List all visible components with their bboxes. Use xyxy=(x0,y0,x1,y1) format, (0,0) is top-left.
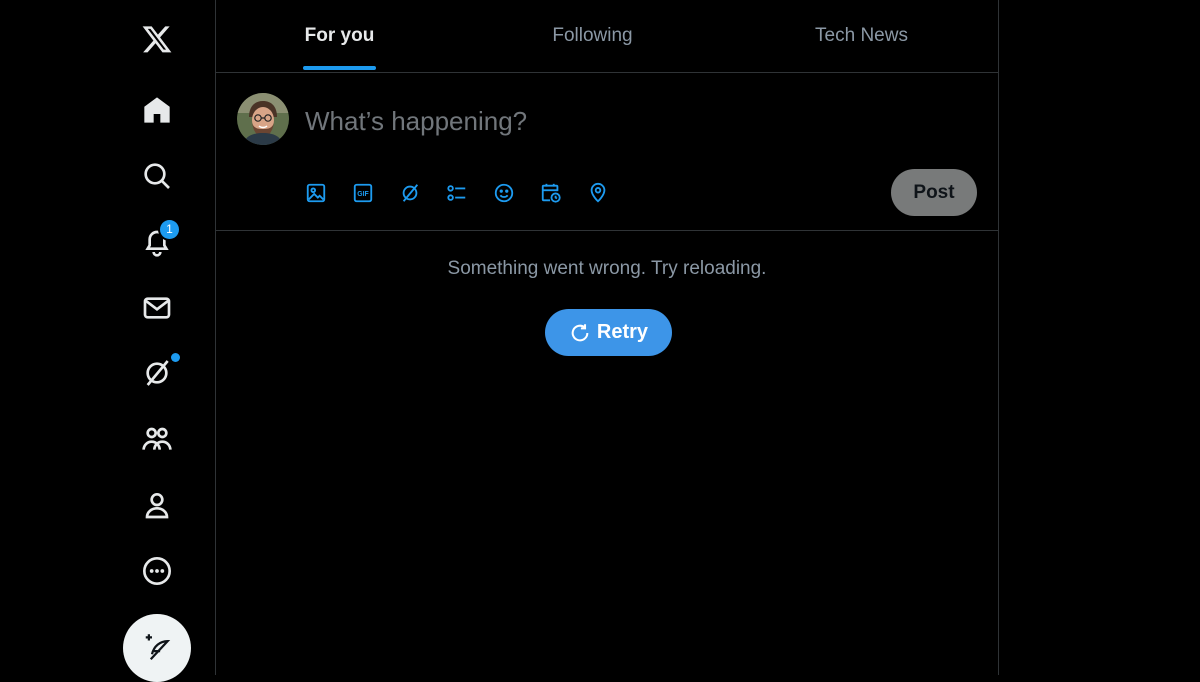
tab-tech-news[interactable]: Tech News xyxy=(769,0,954,72)
profile-icon[interactable] xyxy=(137,485,177,525)
sidebar-nav: 1 xyxy=(0,0,215,682)
main-column: For you Following Tech News GIF xyxy=(215,0,999,675)
post-button[interactable]: Post xyxy=(891,169,977,216)
media-icon[interactable] xyxy=(303,180,329,206)
timeline-tabs: For you Following Tech News xyxy=(216,0,998,73)
avatar[interactable] xyxy=(237,93,289,145)
communities-icon[interactable] xyxy=(137,419,177,459)
location-icon[interactable] xyxy=(585,180,611,206)
post-composer: GIF Post xyxy=(216,73,998,231)
svg-text:GIF: GIF xyxy=(357,191,368,198)
feed-error-message: Something went wrong. Try reloading. xyxy=(447,258,767,279)
messages-icon[interactable] xyxy=(137,288,177,328)
x-logo-icon[interactable] xyxy=(137,19,177,59)
emoji-icon[interactable] xyxy=(491,180,517,206)
schedule-icon[interactable] xyxy=(538,180,564,206)
grok-icon[interactable] xyxy=(397,180,423,206)
poll-icon[interactable] xyxy=(444,180,470,206)
feather-plus-icon xyxy=(145,634,171,661)
retry-label: Retry xyxy=(596,321,649,343)
home-icon[interactable] xyxy=(137,90,177,130)
grok-notification-dot xyxy=(171,353,180,362)
active-tab-indicator xyxy=(303,66,376,70)
more-icon[interactable] xyxy=(137,551,177,591)
compose-input[interactable] xyxy=(303,101,867,141)
notifications-badge: 1 xyxy=(160,220,179,239)
retry-button[interactable]: Retry xyxy=(545,309,672,356)
tab-following[interactable]: Following xyxy=(501,0,684,72)
gif-icon[interactable]: GIF xyxy=(350,180,376,206)
explore-icon[interactable] xyxy=(137,156,177,196)
tab-for-you[interactable]: For you xyxy=(249,0,430,72)
refresh-icon xyxy=(571,323,589,341)
compose-post-button[interactable] xyxy=(123,614,191,682)
